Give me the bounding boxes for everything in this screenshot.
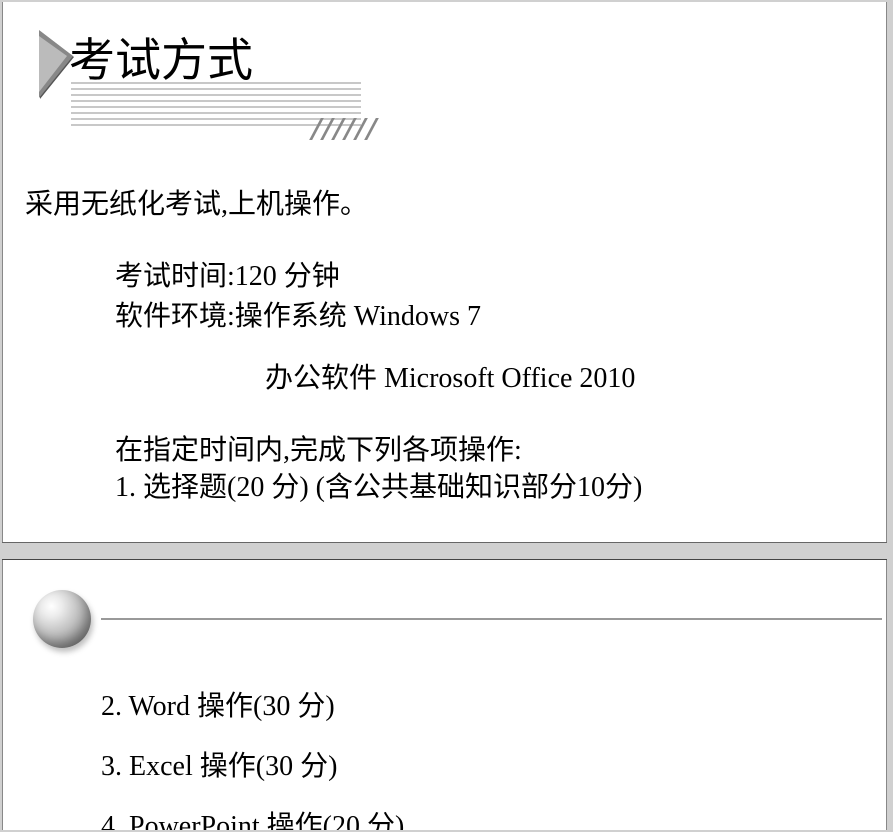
diagonal-hatch-icon — [315, 118, 393, 140]
slide-title-block: 考试方式 — [43, 26, 886, 126]
tasks-block: 在指定时间内,完成下列各项操作: 1. 选择题(20 分) (含公共基础知识部分… — [115, 432, 886, 508]
task-list: 2. Word 操作(30 分) 3. Excel 操作(30 分) 4. Po… — [101, 684, 886, 830]
task-item-3: 3. Excel 操作(30 分) — [101, 744, 886, 784]
slide-2: 2. Word 操作(30 分) 3. Excel 操作(30 分) 4. Po… — [2, 560, 887, 830]
environment-line: 软件环境:操作系统 Windows 7 — [115, 298, 886, 336]
tasks-heading: 在指定时间内,完成下列各项操作: — [115, 432, 886, 470]
task-item-2: 2. Word 操作(30 分) — [101, 684, 886, 724]
sphere-bullet-icon — [33, 590, 91, 648]
sphere-heading-row — [33, 590, 886, 648]
arrow-decoration-icon — [39, 30, 73, 98]
duration-line: 考试时间:120 分钟 — [115, 258, 886, 296]
task-item-4: 4. PowerPoint 操作(20 分) — [101, 804, 886, 830]
task-item-1: 1. 选择题(20 分) (含公共基础知识部分10分) — [115, 469, 886, 507]
horizontal-rule-icon — [101, 618, 882, 620]
slide-separator — [2, 542, 887, 560]
intro-text: 采用无纸化考试,上机操作。 — [25, 182, 886, 222]
details-block: 考试时间:120 分钟 软件环境:操作系统 Windows 7 — [115, 258, 886, 336]
office-software-line: 办公软件 Microsoft Office 2010 — [265, 356, 886, 396]
slide-title: 考试方式 — [69, 24, 253, 90]
slide-1: 考试方式 采用无纸化考试,上机操作。 考试时间:120 分钟 软件环境:操作系统… — [2, 2, 887, 542]
